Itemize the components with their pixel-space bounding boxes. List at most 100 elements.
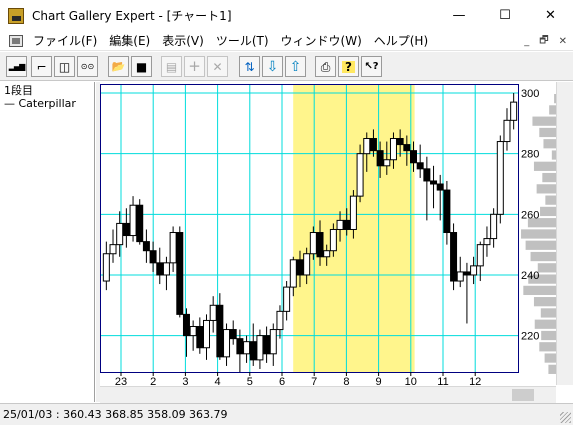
candle-body xyxy=(403,144,411,152)
vertical-scrollbar[interactable] xyxy=(556,82,573,385)
mdi-close-button[interactable]: ✕ xyxy=(559,36,567,47)
legend-series-caterpillar[interactable]: — Caterpillar xyxy=(4,97,90,110)
candle-body xyxy=(102,253,110,282)
candle-body xyxy=(289,259,297,288)
candle-body xyxy=(256,335,264,361)
candle-body xyxy=(229,329,237,340)
candle-body xyxy=(236,338,244,355)
context-help-button[interactable]: ↖? xyxy=(361,56,382,77)
candle-body xyxy=(443,189,451,234)
candle-body xyxy=(503,119,511,143)
menu-view[interactable]: 表示(V) xyxy=(156,31,210,51)
candle-body xyxy=(463,271,471,276)
step-chart-button[interactable]: ⌐ xyxy=(31,56,52,77)
menu-bar: ファイル(F) 編集(E) 表示(V) ツール(T) ウィンドウ(W) ヘルプ(… xyxy=(0,31,573,51)
candle-body xyxy=(162,262,170,276)
y-tick-label: 240 xyxy=(521,270,539,282)
candle-body xyxy=(430,180,438,185)
sort-button[interactable]: ⇅ xyxy=(239,56,260,77)
candlestick-chart[interactable]: 30028026024022023 2 3 4 5 6 7 8 9 10 11 12 xyxy=(100,82,556,386)
y-tick-label: 260 xyxy=(521,209,539,221)
candle-body xyxy=(356,153,364,197)
candle-body xyxy=(490,213,498,240)
candle-body xyxy=(136,204,144,243)
open-button[interactable]: 📂 xyxy=(108,56,129,77)
close-button[interactable]: ✕ xyxy=(528,0,573,31)
candle-body xyxy=(243,341,251,355)
y-tick-label: 220 xyxy=(521,331,539,343)
volume-profile-bar xyxy=(534,319,556,329)
find-button[interactable]: ⊙⊙ xyxy=(77,56,98,77)
mdi-restore-button[interactable]: 🗗 xyxy=(539,33,548,50)
binoculars-icon: ⊙⊙ xyxy=(80,61,95,71)
volume-profile-bar xyxy=(541,330,556,341)
save-button[interactable]: ■ xyxy=(131,56,152,77)
app-icon[interactable] xyxy=(8,7,24,24)
candle-body xyxy=(142,241,150,252)
x-tick-label: 7 xyxy=(311,376,317,386)
candle-body xyxy=(450,232,458,282)
document-system-menu-icon[interactable] xyxy=(9,34,23,47)
add-button[interactable]: + xyxy=(184,56,205,77)
x-tick-label: 23 xyxy=(115,376,127,386)
minimize-button[interactable]: — xyxy=(436,0,482,31)
volume-profile-bar xyxy=(521,229,556,239)
candle-body xyxy=(149,250,157,264)
menu-tools[interactable]: ツール(T) xyxy=(210,31,275,51)
x-tick-label: 4 xyxy=(215,376,221,386)
x-tick-label: 12 xyxy=(469,376,481,386)
x-tick-label: 3 xyxy=(182,376,188,386)
x-tick-label: 6 xyxy=(279,376,285,386)
move-up-icon: ⇧ xyxy=(289,58,302,75)
candle-body xyxy=(283,286,291,312)
candle-body xyxy=(383,159,391,167)
menu-edit[interactable]: 編集(E) xyxy=(103,31,156,51)
candle-body xyxy=(276,310,284,331)
candle-body xyxy=(263,335,271,355)
volume-profile-bar xyxy=(532,116,556,126)
size-grip[interactable] xyxy=(560,412,571,423)
horizontal-scroll-thumb[interactable] xyxy=(512,389,534,401)
legend-section-label[interactable]: 1段目 xyxy=(4,84,90,97)
maximize-button[interactable]: ☐ xyxy=(482,0,528,31)
volume-profile-bar xyxy=(545,195,556,205)
menu-file[interactable]: ファイル(F) xyxy=(27,31,103,51)
x-tick-label: 11 xyxy=(437,376,448,386)
move-up-button[interactable]: ⇧ xyxy=(285,56,306,77)
bar-chart-button[interactable]: ▂▄▆ xyxy=(6,56,27,77)
menu-window[interactable]: ウィンドウ(W) xyxy=(275,31,368,51)
toolbar: ▂▄▆ ⌐ ◫ ⊙⊙ 📂 ■ ▤ + ✕ ⇅ ⇩ ⇧ ⎙ ? ↖? xyxy=(0,52,573,81)
close-icon: ✕ xyxy=(545,8,556,23)
help-icon: ? xyxy=(342,60,355,73)
y-tick-label: 280 xyxy=(521,149,539,161)
volume-profile-bar xyxy=(548,364,556,374)
volume-profile-bar xyxy=(543,139,556,149)
volume-profile-bar xyxy=(537,263,556,273)
split-view-icon: ◫ xyxy=(58,59,71,74)
maximize-icon: ☐ xyxy=(499,8,511,23)
candle-body xyxy=(223,329,231,358)
candle-body xyxy=(196,326,204,349)
candle-body xyxy=(216,304,224,358)
candle-body xyxy=(496,141,504,215)
menu-help[interactable]: ヘルプ(H) xyxy=(368,31,434,51)
volume-profile-bar xyxy=(533,297,556,307)
help-button[interactable]: ? xyxy=(338,56,359,77)
split-view-button[interactable]: ◫ xyxy=(54,56,75,77)
mdi-minimize-button[interactable]: _ xyxy=(524,36,529,47)
candle-body xyxy=(249,341,257,361)
candle-body xyxy=(296,259,304,276)
properties-button[interactable]: ▤ xyxy=(161,56,182,77)
minimize-icon: — xyxy=(452,8,466,23)
sort-icon: ⇅ xyxy=(244,59,255,74)
candle-body xyxy=(323,250,331,258)
y-tick-label: 300 xyxy=(521,88,539,100)
delete-button[interactable]: ✕ xyxy=(207,56,228,77)
print-button[interactable]: ⎙ xyxy=(315,56,336,77)
candle-body xyxy=(363,138,371,155)
horizontal-scrollbar[interactable] xyxy=(100,386,556,403)
x-tick-label: 8 xyxy=(343,376,349,386)
volume-profile-bar xyxy=(540,206,556,217)
title-bar[interactable]: Chart Gallery Expert - [チャート1] — ☐ ✕ xyxy=(0,0,573,31)
move-down-button[interactable]: ⇩ xyxy=(262,56,283,77)
